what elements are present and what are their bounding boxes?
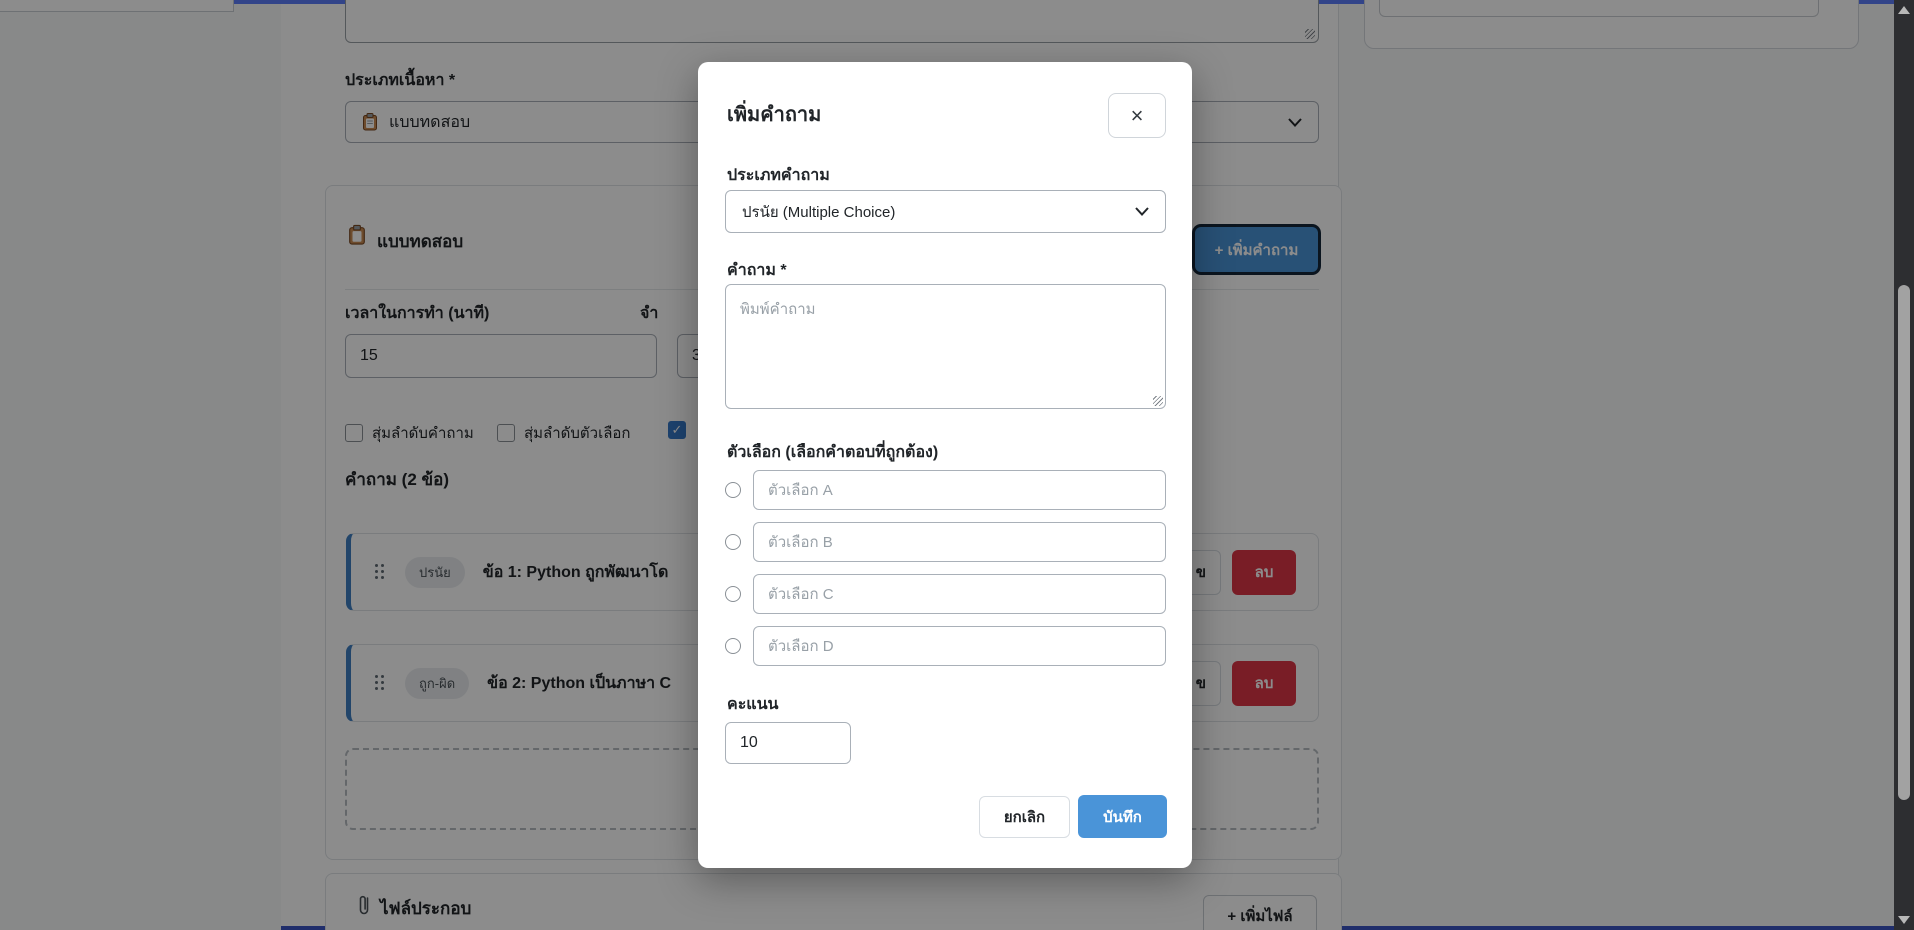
question-textarea[interactable] bbox=[725, 284, 1166, 409]
score-input[interactable] bbox=[725, 722, 851, 764]
choices-label: ตัวเลือก (เลือกคำตอบที่ถูกต้อง) bbox=[727, 440, 938, 465]
choice-row bbox=[725, 574, 1166, 614]
scrollbar-thumb[interactable] bbox=[1898, 285, 1910, 800]
question-type-select[interactable]: ปรนัย (Multiple Choice) bbox=[725, 190, 1166, 233]
correct-answer-radio[interactable] bbox=[725, 482, 741, 498]
question-type-value: ปรนัย (Multiple Choice) bbox=[742, 200, 895, 224]
correct-answer-radio[interactable] bbox=[725, 534, 741, 550]
choice-input[interactable] bbox=[753, 574, 1166, 614]
vertical-scrollbar[interactable] bbox=[1894, 0, 1914, 930]
scroll-down-arrow-icon[interactable] bbox=[1898, 916, 1910, 924]
screen: ประเภทเนื้อหา * แบบทดสอบ แบบทดสอบ + เพิ่… bbox=[0, 0, 1914, 930]
choice-row bbox=[725, 626, 1166, 666]
correct-answer-radio[interactable] bbox=[725, 586, 741, 602]
choice-input[interactable] bbox=[753, 470, 1166, 510]
choice-input[interactable] bbox=[753, 626, 1166, 666]
modal-title: เพิ่มคำถาม bbox=[727, 98, 821, 130]
choice-row bbox=[725, 470, 1166, 510]
scroll-up-arrow-icon[interactable] bbox=[1898, 6, 1910, 14]
close-icon[interactable]: × bbox=[1108, 93, 1166, 138]
choice-input[interactable] bbox=[753, 522, 1166, 562]
choice-row bbox=[725, 522, 1166, 562]
resize-grip-icon[interactable] bbox=[1153, 396, 1163, 406]
add-question-modal: เพิ่มคำถาม × ประเภทคำถาม ปรนัย (Multiple… bbox=[698, 62, 1192, 868]
score-label: คะแนน bbox=[727, 692, 778, 717]
correct-answer-radio[interactable] bbox=[725, 638, 741, 654]
chevron-down-icon bbox=[1135, 207, 1149, 216]
save-button[interactable]: บันทึก bbox=[1078, 795, 1167, 838]
cancel-button[interactable]: ยกเลิก bbox=[979, 796, 1070, 838]
question-type-label: ประเภทคำถาม bbox=[727, 163, 830, 188]
question-label: คำถาม * bbox=[727, 258, 787, 283]
